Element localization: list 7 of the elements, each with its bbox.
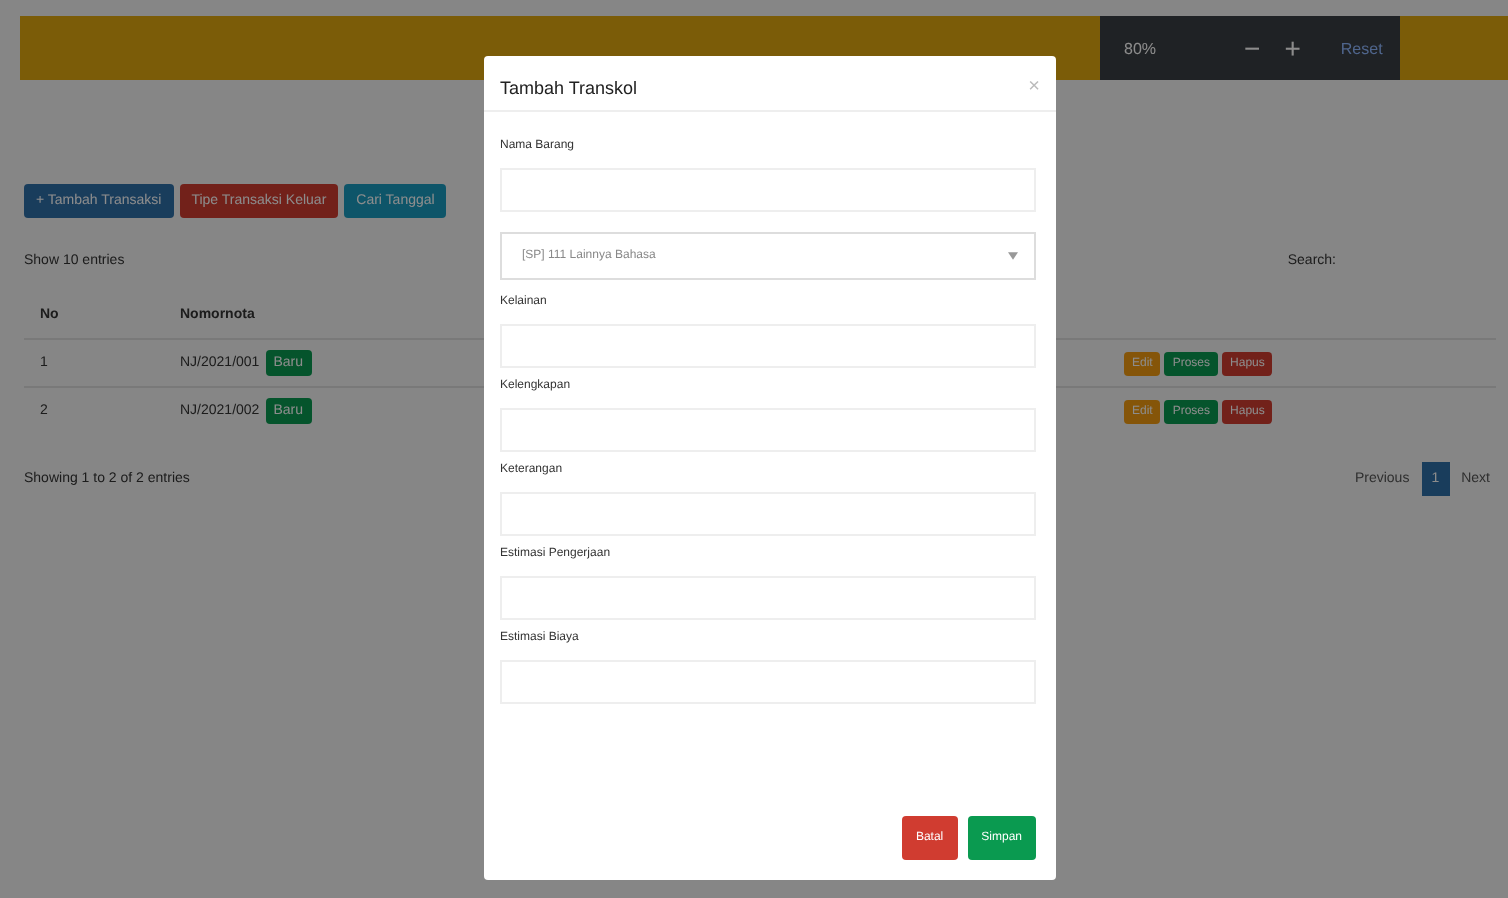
zoom-in-button[interactable]: +	[1280, 32, 1305, 64]
close-button[interactable]: ×	[1028, 76, 1040, 98]
zoom-out-button[interactable]: −	[1240, 32, 1265, 64]
caret-icon	[1008, 252, 1018, 260]
reset-button[interactable]: Reset	[1336, 39, 1387, 57]
zoom-level: 80%	[1124, 39, 1157, 57]
modal-title: Tambah Transkol	[500, 77, 638, 97]
